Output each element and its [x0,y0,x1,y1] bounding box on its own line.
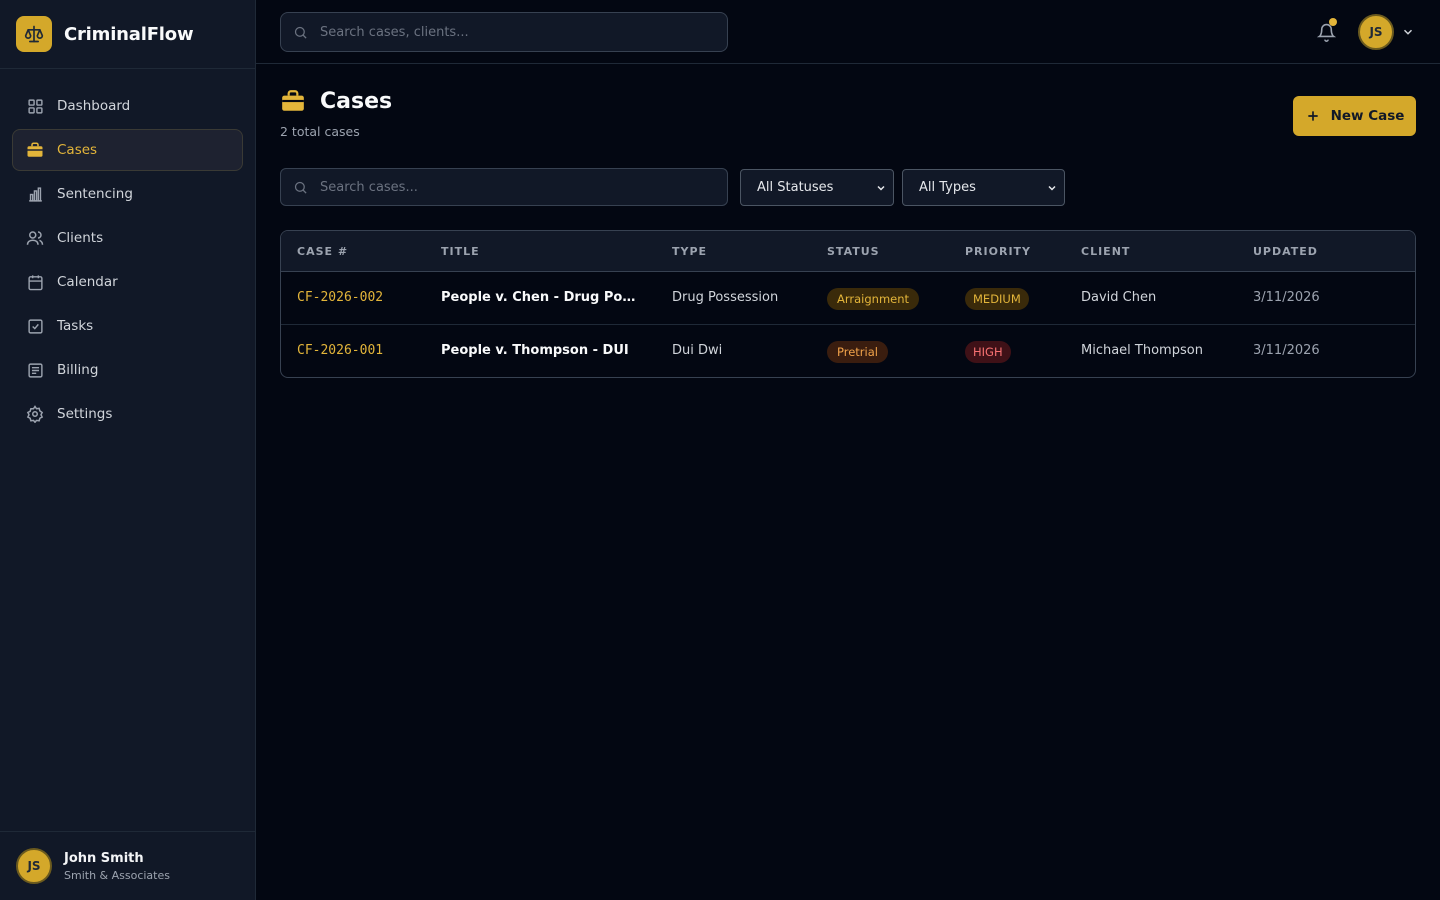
column-header-updated[interactable]: UPDATED [1253,245,1318,258]
sidebar-item-label: Tasks [57,318,94,334]
notification-button[interactable] [1314,18,1338,44]
briefcase-icon [25,140,45,160]
table-header: CASE # TITLE TYPE STATUS PRIORITY CLIENT… [281,231,1415,272]
case-number[interactable]: CF-2026-001 [297,343,383,358]
case-title[interactable]: People v. Thompson - DUI [441,343,629,358]
updated-date: 3/11/2026 [1253,343,1320,358]
sidebar-item-label: Sentencing [57,186,133,202]
new-case-button[interactable]: New Case [1293,96,1416,136]
chevron-down-icon[interactable] [1401,24,1415,43]
sidebar-item-label: Clients [57,230,104,246]
status-badge: Pretrial [827,341,888,363]
table-row[interactable]: CF-2026-002 People v. Chen - Drug Posses… [281,272,1415,325]
sidebar-item-dashboard[interactable]: Dashboard [12,85,243,127]
new-case-label: New Case [1330,108,1405,124]
status-badge: Arraignment [827,288,920,310]
column-header-title[interactable]: TITLE [441,245,480,258]
cases-table: CASE # TITLE TYPE STATUS PRIORITY CLIENT… [280,230,1416,378]
status-filter-select[interactable]: All Statuses [740,169,894,206]
user-profile[interactable]: JS John Smith Smith & Associates [0,831,255,900]
sidebar-item-label: Calendar [57,274,118,290]
priority-badge: MEDIUM [965,288,1029,310]
column-header-case-no[interactable]: CASE # [297,245,348,258]
scales-icon [16,16,52,52]
gear-icon [25,404,45,424]
checkbox-icon [25,316,45,336]
bar-chart-icon [25,184,45,204]
client-name: Michael Thompson [1081,343,1203,358]
case-search-input[interactable] [320,179,700,195]
case-type: Dui Dwi [672,343,723,358]
chevron-down-icon [875,182,887,198]
brand[interactable]: CriminalFlow [0,0,255,69]
type-filter-select[interactable]: All Types [902,169,1065,206]
sidebar-item-label: Settings [57,406,113,422]
priority-badge: HIGH [965,341,1011,363]
case-number[interactable]: CF-2026-002 [297,290,383,305]
sidebar-item-settings[interactable]: Settings [12,393,243,435]
sidebar-item-label: Cases [57,142,98,158]
case-count: 2 total cases [280,124,360,139]
search-icon [293,25,308,40]
sidebar-nav: Dashboard Cases Sentencing Clients Calen… [0,69,255,453]
case-search[interactable] [280,168,728,206]
page-header: Cases 2 total cases [280,88,393,140]
sidebar-item-billing[interactable]: Billing [12,349,243,391]
column-header-client[interactable]: CLIENT [1081,245,1130,258]
topbar: JS [256,0,1440,64]
status-filter-value: All Statuses [757,180,834,195]
sidebar-item-sentencing[interactable]: Sentencing [12,173,243,215]
sidebar-item-clients[interactable]: Clients [12,217,243,259]
sidebar-item-label: Dashboard [57,98,131,114]
global-search[interactable] [280,12,728,52]
type-filter-value: All Types [919,180,976,195]
column-header-status[interactable]: STATUS [827,245,880,258]
briefcase-icon [280,88,306,114]
case-title[interactable]: People v. Chen - Drug Posses... [441,290,641,305]
sidebar: CriminalFlow Dashboard Cases Sentencing … [0,0,256,900]
receipt-icon [25,360,45,380]
sidebar-item-tasks[interactable]: Tasks [12,305,243,347]
sidebar-item-calendar[interactable]: Calendar [12,261,243,303]
global-search-input[interactable] [320,24,700,40]
updated-date: 3/11/2026 [1253,290,1320,305]
user-firm: Smith & Associates [64,868,170,882]
grid-icon [25,96,45,116]
sidebar-item-cases[interactable]: Cases [12,129,243,171]
avatar: JS [16,848,52,884]
users-icon [25,228,45,248]
chevron-down-icon [1046,182,1058,198]
page-title: Cases [320,88,393,114]
table-row[interactable]: CF-2026-001 People v. Thompson - DUI Dui… [281,325,1415,377]
plus-icon [1305,108,1321,124]
calendar-icon [25,272,45,292]
notification-dot [1329,18,1337,26]
column-header-type[interactable]: TYPE [672,245,707,258]
case-type: Drug Possession [672,290,779,305]
column-header-priority[interactable]: PRIORITY [965,245,1031,258]
app-name: CriminalFlow [64,23,194,45]
sidebar-item-label: Billing [57,362,99,378]
user-name: John Smith [64,850,144,866]
user-menu-avatar[interactable]: JS [1358,14,1394,50]
search-icon [293,180,308,195]
client-name: David Chen [1081,290,1157,305]
